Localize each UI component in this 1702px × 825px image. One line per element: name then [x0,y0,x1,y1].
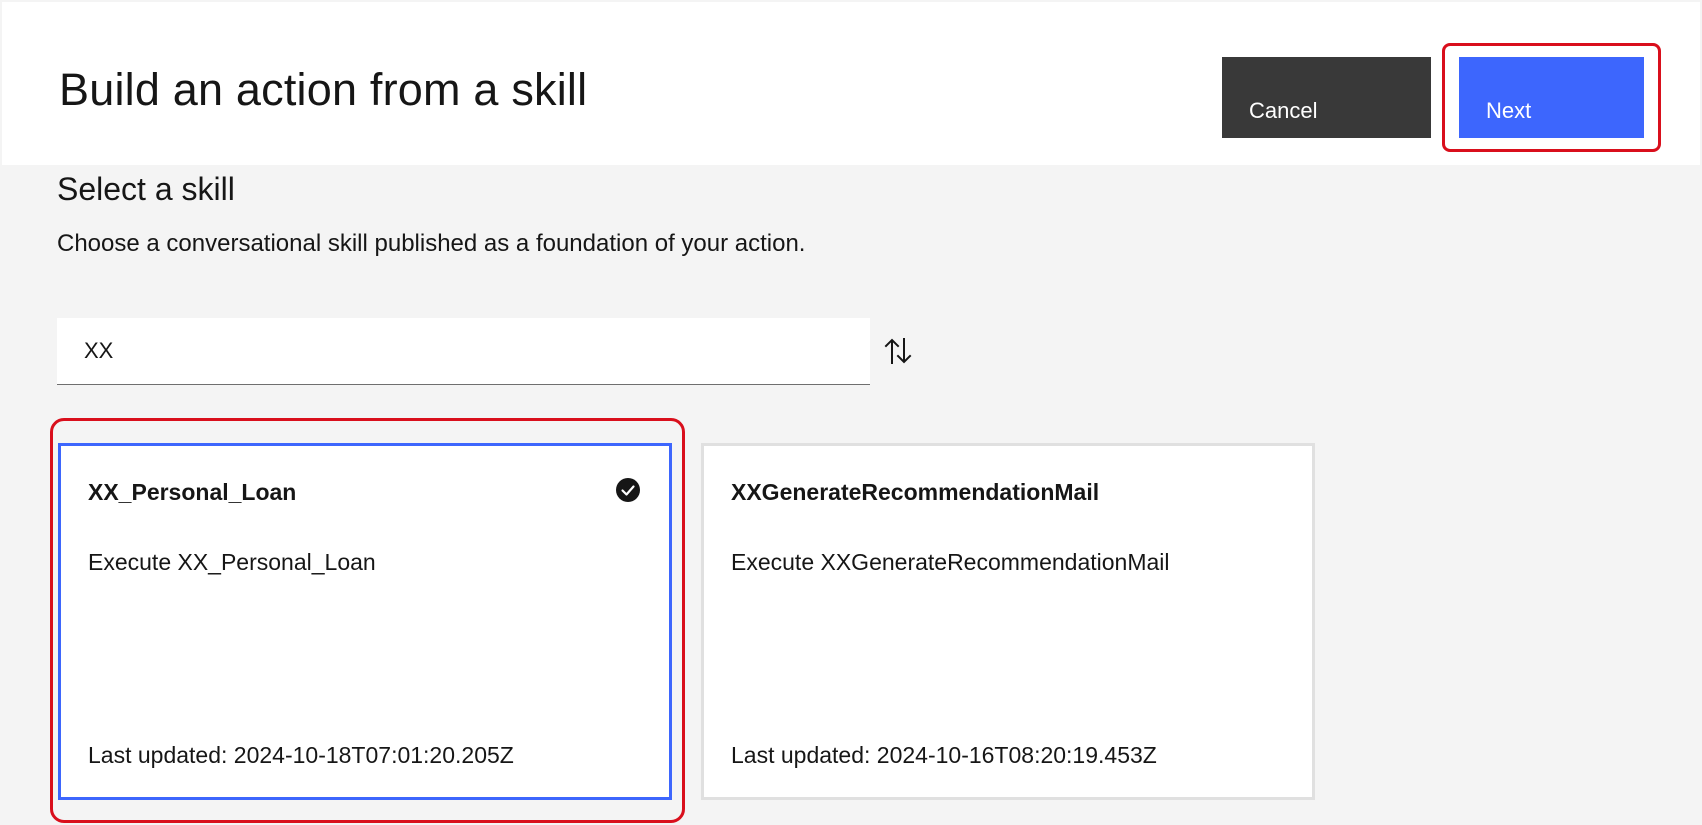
skill-card-last-updated: Last updated: 2024-10-18T07:01:20.205Z [88,742,514,768]
skill-card-description: Execute XX_Personal_Loan [88,549,376,575]
checkmark-filled-icon [616,478,640,502]
page-title: Build an action from a skill [59,64,588,115]
cancel-button[interactable]: Cancel [1222,57,1431,138]
skill-card-personal-loan[interactable]: XX_Personal_Loan Execute XX_Personal_Loa… [58,443,672,800]
section-title: Select a skill [57,171,235,207]
skill-card-generate-recommendation-mail[interactable]: XXGenerateRecommendationMail Execute XXG… [701,443,1315,800]
skill-card-description: Execute XXGenerateRecommendationMail [731,549,1170,575]
page: Build an action from a skill Cancel Next… [0,0,1702,825]
skill-card-last-updated: Last updated: 2024-10-16T08:20:19.453Z [731,742,1157,768]
sort-arrows-icon[interactable] [884,336,912,366]
modal-header: Build an action from a skill [2,2,1700,165]
section-description: Choose a conversational skill published … [57,230,806,257]
next-button[interactable]: Next [1459,57,1644,138]
skill-card-title: XXGenerateRecommendationMail [731,479,1100,505]
search-input[interactable] [57,318,870,385]
skill-card-title: XX_Personal_Loan [88,479,297,505]
